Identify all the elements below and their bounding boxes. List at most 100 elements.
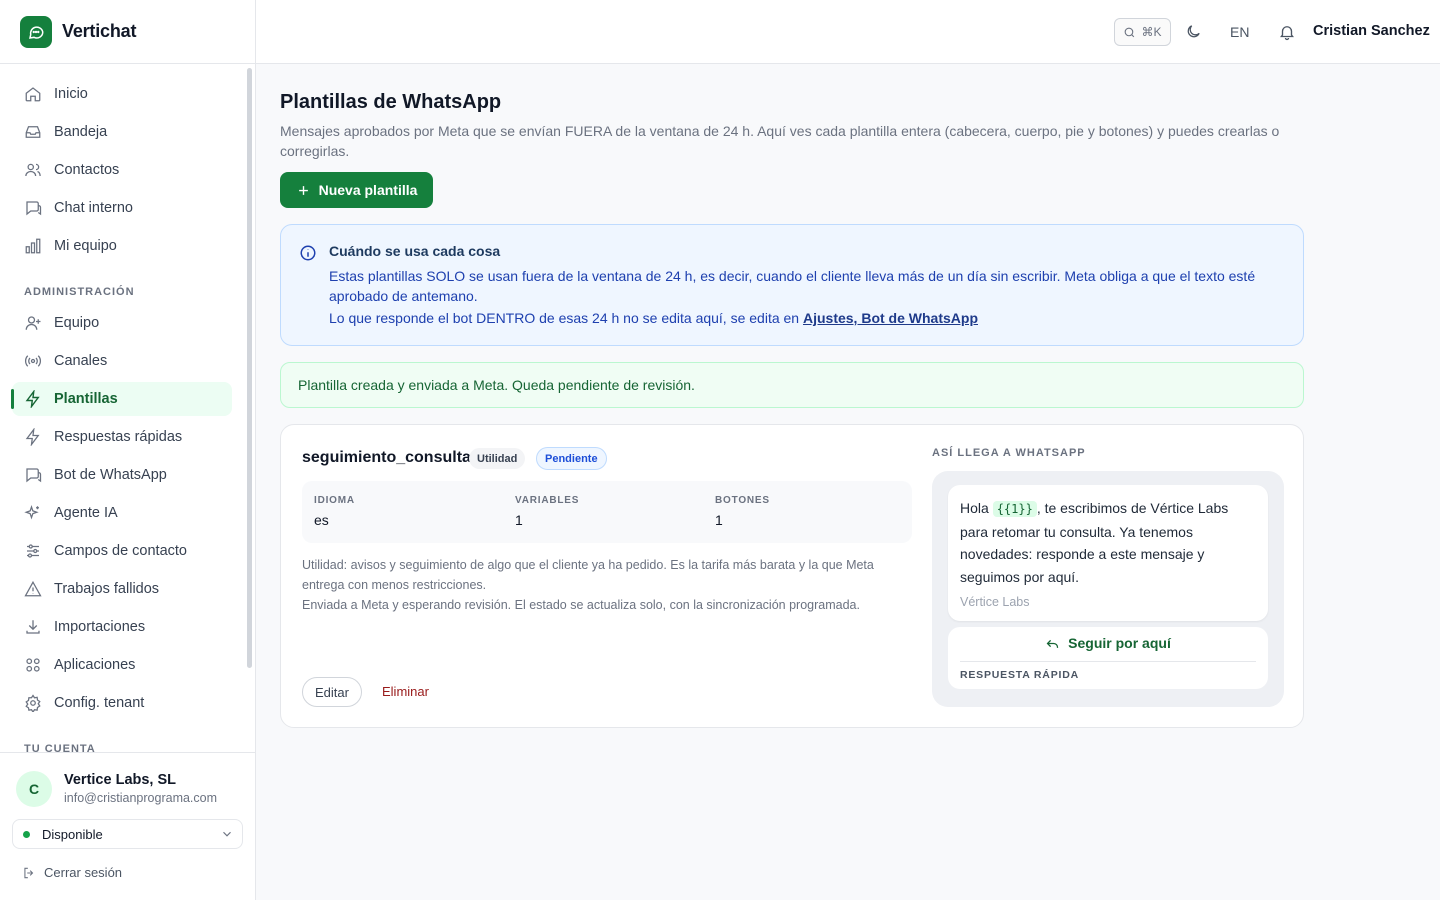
sidebar-nav: Inicio Bandeja Contactos Chat interno Mi… bbox=[0, 64, 255, 752]
meta-label: BOTONES bbox=[715, 495, 770, 506]
status-dot bbox=[23, 830, 30, 838]
divider bbox=[960, 661, 1256, 662]
sidebar-item-label: Respuestas rápidas bbox=[54, 429, 183, 445]
gear-icon bbox=[24, 694, 42, 712]
account-panel: C Vertice Labs, SL info@cristianprograma… bbox=[0, 752, 255, 900]
edit-button[interactable]: Editar bbox=[302, 677, 362, 707]
sidebar-scrollbar[interactable] bbox=[247, 68, 252, 668]
search-icon bbox=[1125, 27, 1135, 37]
inbox-icon bbox=[24, 123, 42, 141]
download-icon bbox=[24, 618, 42, 636]
sidebar-item-config-tenant[interactable]: Config. tenant bbox=[12, 686, 232, 720]
page-subtitle: Mensajes aprobados por Meta que se envía… bbox=[280, 123, 1280, 159]
sidebar-item-trabajos-fallidos[interactable]: Trabajos fallidos bbox=[12, 572, 232, 606]
info-text: Estas plantillas SOLO se usan fuera de l… bbox=[329, 268, 1256, 304]
broadcast-icon bbox=[24, 352, 42, 370]
sidebar-item-aplicaciones[interactable]: Aplicaciones bbox=[12, 648, 232, 682]
bot-settings-link[interactable]: Ajustes, Bot de WhatsApp bbox=[803, 310, 978, 326]
info-callout: Cuándo se usa cada cosa Estas plantillas… bbox=[280, 224, 1304, 346]
new-template-label: Nueva plantilla bbox=[318, 182, 418, 198]
users-icon bbox=[24, 161, 42, 179]
sidebar-item-label: Config. tenant bbox=[54, 695, 145, 711]
chevron-down-icon bbox=[220, 827, 234, 844]
status-badge: Pendiente bbox=[536, 447, 607, 470]
availability-value: Disponible bbox=[42, 826, 103, 842]
account-email: info@cristianprograma.com bbox=[64, 791, 218, 805]
reply-icon bbox=[1046, 639, 1059, 648]
quick-reply-button[interactable]: Seguir por aquí bbox=[948, 635, 1268, 651]
sidebar-item-importaciones[interactable]: Importaciones bbox=[12, 610, 232, 644]
quick-reply-label: Seguir por aquí bbox=[1068, 635, 1171, 651]
bell-icon[interactable] bbox=[1278, 23, 1296, 44]
template-name: seguimiento_consulta bbox=[302, 449, 471, 466]
search-button[interactable]: ⌘K bbox=[1114, 18, 1171, 46]
chat-bubble-logo-icon bbox=[20, 15, 52, 48]
sidebar-item-chat-interno[interactable]: Chat interno bbox=[12, 191, 232, 225]
bolt-icon bbox=[24, 390, 42, 408]
sidebar-item-label: Inicio bbox=[54, 86, 88, 102]
language-toggle[interactable]: EN bbox=[1230, 24, 1249, 40]
meta-value: 1 bbox=[715, 512, 723, 528]
bar-chart-icon bbox=[24, 237, 42, 255]
success-alert: Plantilla creada y enviada a Meta. Queda… bbox=[280, 362, 1304, 408]
avatar[interactable]: C bbox=[16, 771, 52, 807]
plus-icon bbox=[298, 185, 308, 195]
sliders-icon bbox=[24, 542, 42, 560]
account-name: Vertice Labs, SL bbox=[64, 772, 177, 788]
template-state-note: Enviada a Meta y esperando revisión. El … bbox=[302, 598, 860, 612]
template-meta: IDIOMA es VARIABLES 1 BOTONES 1 bbox=[302, 481, 912, 543]
bolt-icon bbox=[24, 428, 42, 446]
availability-select[interactable]: Disponible bbox=[12, 819, 243, 849]
brand[interactable]: Vertichat bbox=[0, 0, 255, 64]
sidebar-item-label: Mi equipo bbox=[54, 238, 117, 254]
sidebar-item-inicio[interactable]: Inicio bbox=[12, 77, 232, 111]
sidebar-item-label: Trabajos fallidos bbox=[54, 581, 160, 597]
sidebar-item-equipo[interactable]: Equipo bbox=[12, 306, 232, 340]
sidebar-item-plantillas[interactable]: Plantillas bbox=[11, 382, 232, 416]
new-template-button[interactable]: Nueva plantilla bbox=[280, 172, 433, 208]
chat-icon bbox=[24, 466, 42, 484]
sidebar-item-canales[interactable]: Canales bbox=[12, 344, 232, 378]
sidebar-item-label: Bandeja bbox=[54, 124, 108, 140]
meta-language: IDIOMA es bbox=[314, 495, 355, 528]
sidebar-item-label: Chat interno bbox=[54, 200, 133, 216]
message-bubble: Hola {{1}}, te escribimos de Vértice Lab… bbox=[948, 485, 1268, 621]
user-menu[interactable]: Cristian Sanchez bbox=[1313, 23, 1430, 39]
sidebar-item-bot-whatsapp[interactable]: Bot de WhatsApp bbox=[12, 458, 232, 492]
sidebar-item-label: Aplicaciones bbox=[54, 657, 136, 673]
sidebar-item-agente-ia[interactable]: Agente IA bbox=[12, 496, 232, 530]
sidebar-item-label: Contactos bbox=[54, 162, 120, 178]
sidebar-item-respuestas-rapidas[interactable]: Respuestas rápidas bbox=[12, 420, 232, 454]
button-type-label: RESPUESTA RÁPIDA bbox=[960, 669, 1079, 681]
sidebar-item-label: Agente IA bbox=[54, 505, 118, 521]
delete-button[interactable]: Eliminar bbox=[382, 684, 429, 699]
warning-icon bbox=[24, 580, 42, 598]
category-badge: Utilidad bbox=[469, 448, 526, 469]
sidebar-item-mi-equipo[interactable]: Mi equipo bbox=[12, 229, 232, 263]
meta-variables: VARIABLES 1 bbox=[515, 495, 579, 528]
moon-icon[interactable] bbox=[1185, 23, 1202, 43]
meta-label: VARIABLES bbox=[515, 495, 580, 506]
info-line2: Lo que responde el bot DENTRO de esas 24… bbox=[329, 310, 978, 326]
sidebar-item-bandeja[interactable]: Bandeja bbox=[12, 115, 232, 149]
search-shortcut: ⌘K bbox=[1141, 25, 1162, 39]
sidebar-item-label: Plantillas bbox=[54, 391, 118, 407]
template-description: Utilidad: avisos y seguimiento de algo q… bbox=[302, 558, 874, 592]
template-card: seguimiento_consulta Utilidad Pendiente … bbox=[280, 424, 1304, 728]
account-section-heading: TU CUENTA bbox=[24, 743, 96, 752]
sidebar-item-contactos[interactable]: Contactos bbox=[12, 153, 232, 187]
variable-chip: {{1}} bbox=[992, 501, 1037, 517]
page-title: Plantillas de WhatsApp bbox=[280, 91, 502, 113]
sidebar-item-label: Canales bbox=[54, 353, 108, 369]
info-line2-text: Lo que responde el bot DENTRO de esas 24… bbox=[329, 310, 803, 326]
user-plus-icon bbox=[24, 314, 42, 332]
message-footer: Vértice Labs bbox=[960, 595, 1030, 609]
whatsapp-preview: Hola {{1}}, te escribimos de Vértice Lab… bbox=[932, 471, 1284, 707]
message-text: Hola bbox=[960, 500, 993, 516]
logout-button[interactable]: Cerrar sesión bbox=[22, 865, 122, 880]
info-title: Cuándo se usa cada cosa bbox=[329, 243, 501, 259]
sidebar-item-campos-contacto[interactable]: Campos de contacto bbox=[12, 534, 232, 568]
grid-icon bbox=[24, 656, 42, 674]
sidebar-item-label: Campos de contacto bbox=[54, 543, 187, 559]
sidebar-item-label: Equipo bbox=[54, 315, 100, 331]
